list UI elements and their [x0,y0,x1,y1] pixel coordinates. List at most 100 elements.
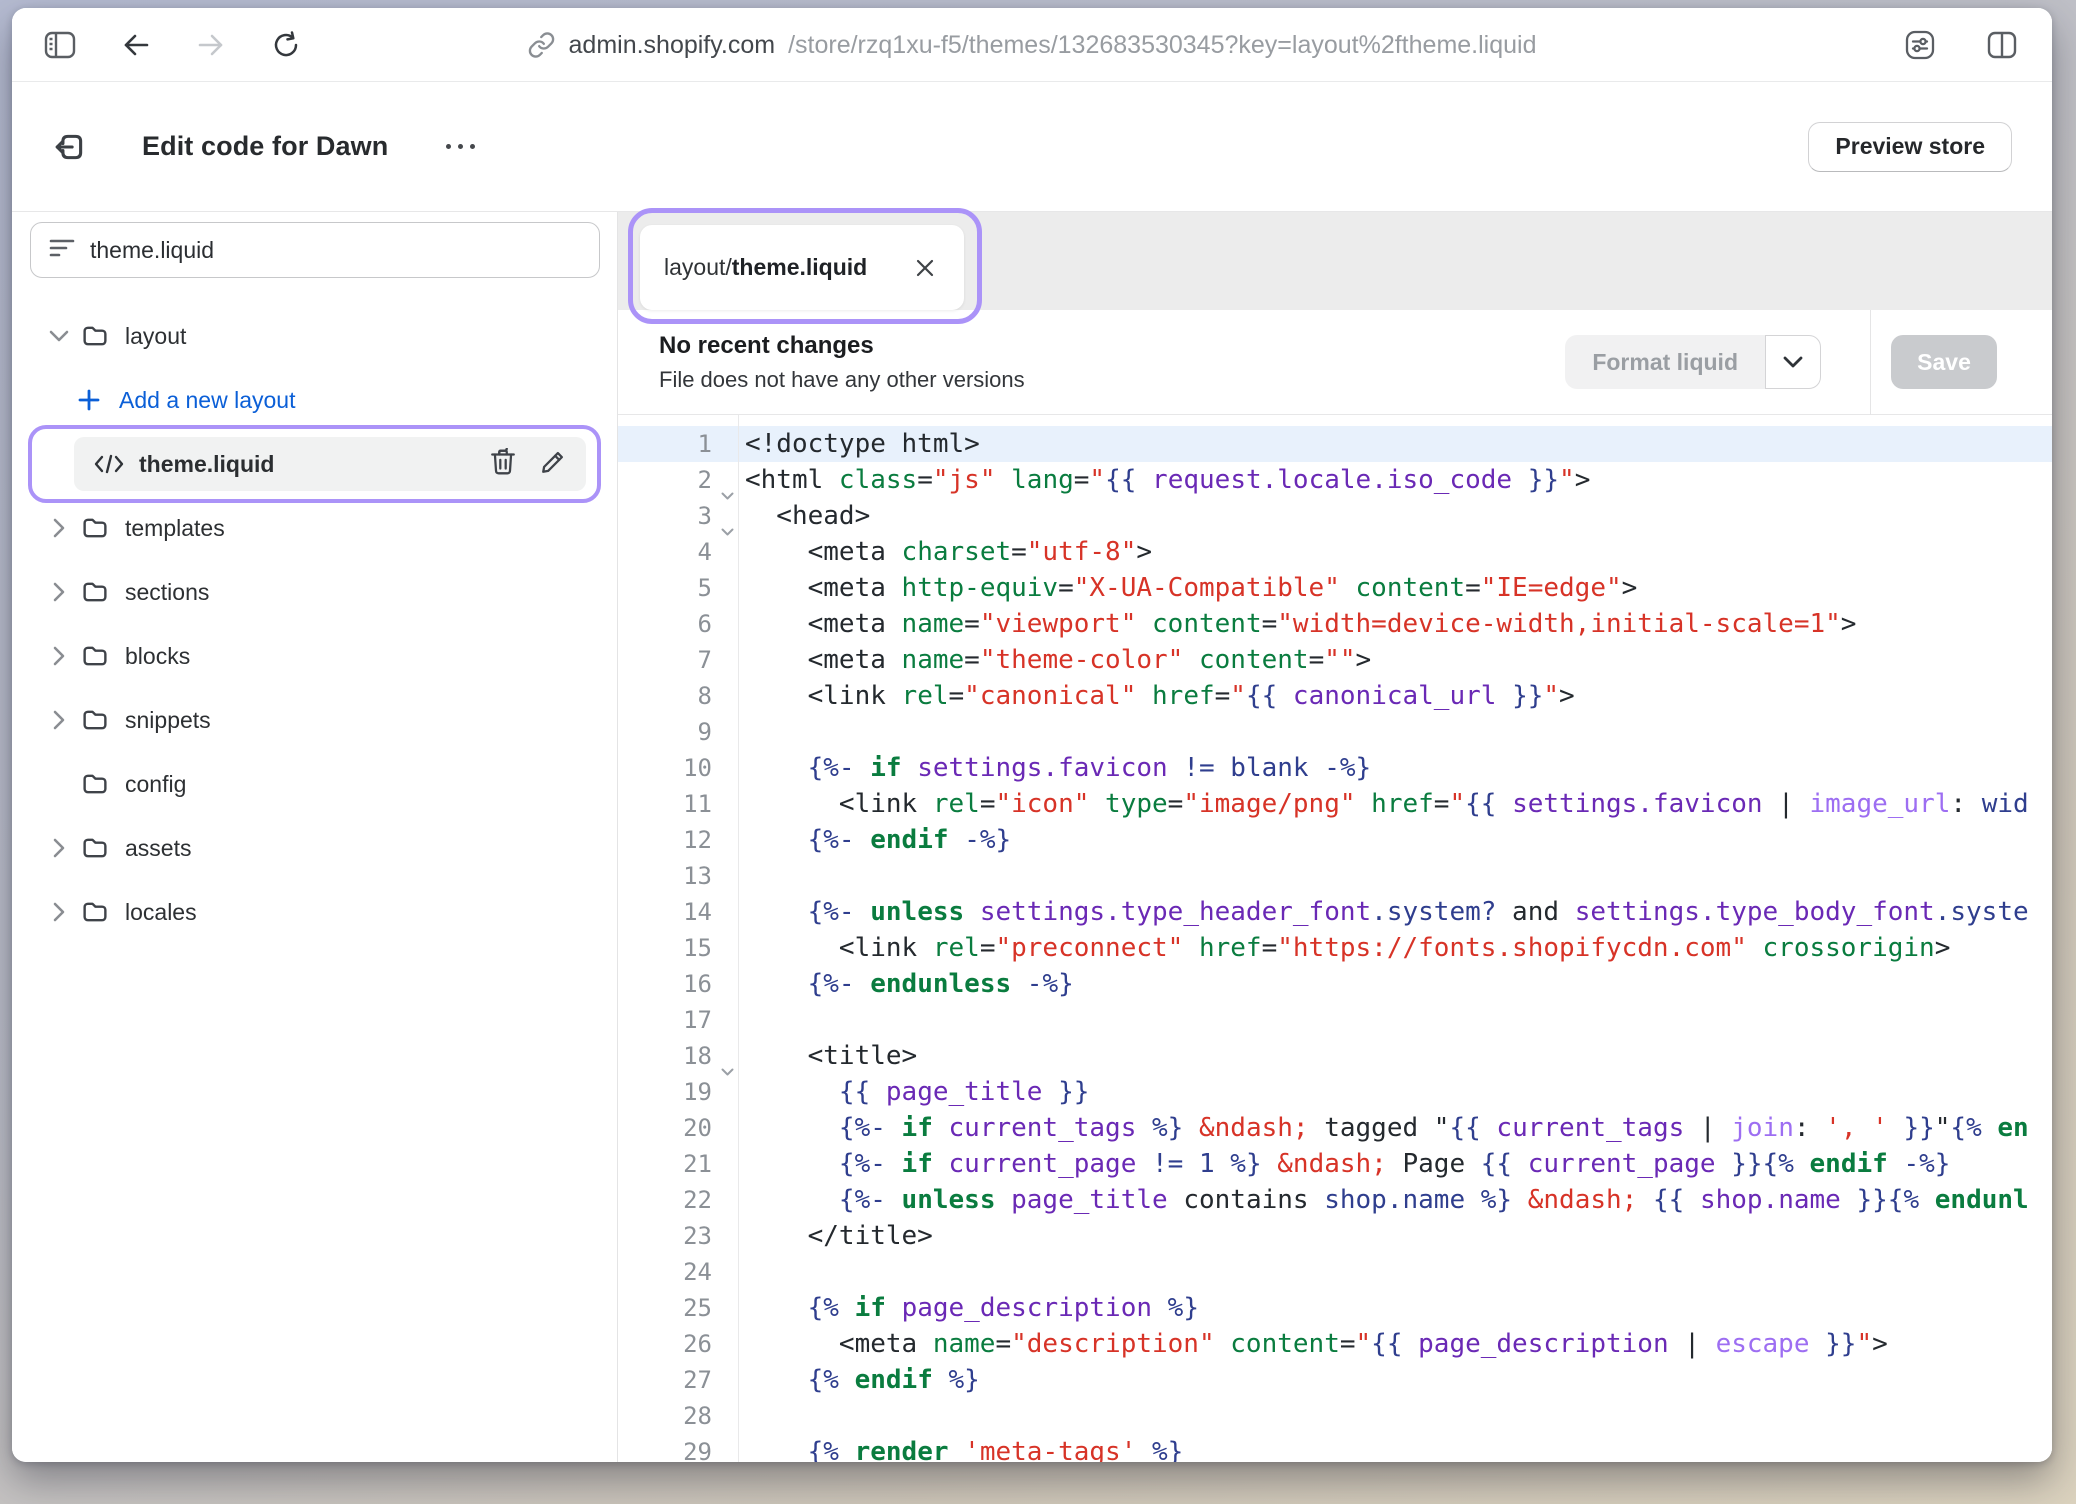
code-line-7[interactable]: 7 <meta name="theme-color" content=""> [618,642,2052,678]
chevron-down-icon[interactable] [44,329,74,343]
code-line-content[interactable]: </title> [738,1218,2052,1254]
file-search[interactable] [30,222,600,278]
chevron-right-icon[interactable] [44,837,74,859]
delete-file-icon[interactable] [490,448,516,481]
code-line-10[interactable]: 10 {%- if settings.favicon != blank -%} [618,750,2052,786]
sidebar-item-layout[interactable]: layout [12,304,617,368]
code-line-16[interactable]: 16 {%- endunless -%} [618,966,2052,1002]
code-line-content[interactable]: <!doctype html> [738,426,2052,462]
code-line-content[interactable]: {%- endif -%} [738,822,2052,858]
preview-store-button[interactable]: Preview store [1808,122,2012,172]
code-line-content[interactable]: {%- if current_page != 1 %} &ndash; Page… [738,1146,2052,1182]
code-line-23[interactable]: 23 </title> [618,1218,2052,1254]
code-line-content[interactable] [738,858,2052,894]
code-line-5[interactable]: 5 <meta http-equiv="X-UA-Compatible" con… [618,570,2052,606]
code-line-14[interactable]: 14 {%- unless settings.type_header_font.… [618,894,2052,930]
sidebar-item-assets[interactable]: assets [12,816,617,880]
code-line-20[interactable]: 20 {%- if current_tags %} &ndash; tagged… [618,1110,2052,1146]
code-line-6[interactable]: 6 <meta name="viewport" content="width=d… [618,606,2052,642]
code-area[interactable]: 1<!doctype html>2<html class="js" lang="… [618,415,2052,1462]
code-line-content[interactable]: <html class="js" lang="{{ request.locale… [738,462,2052,498]
address-bar[interactable]: admin.shopify.com/store/rzq1xu-f5/themes… [528,8,1537,82]
sidebar-toggle-icon[interactable] [44,31,76,59]
search-input[interactable] [90,237,581,264]
code-line-content[interactable] [738,1002,2052,1038]
code-line-9[interactable]: 9 [618,714,2052,750]
code-line-13[interactable]: 13 [618,858,2052,894]
exit-icon[interactable] [52,130,88,164]
save-button[interactable]: Save [1891,335,1997,389]
reload-icon[interactable] [271,30,301,60]
line-number: 29 [618,1434,738,1462]
chevron-right-icon[interactable] [44,581,74,603]
code-line-22[interactable]: 22 {%- unless page_title contains shop.n… [618,1182,2052,1218]
code-line-17[interactable]: 17 [618,1002,2052,1038]
code-line-content[interactable]: <meta charset="utf-8"> [738,534,2052,570]
code-line-content[interactable] [738,1254,2052,1290]
code-line-content[interactable]: {%- if settings.favicon != blank -%} [738,750,2052,786]
code-line-3[interactable]: 3 <head> [618,498,2052,534]
sidebar-item-theme-liquid[interactable]: theme.liquid [12,432,617,496]
code-line-content[interactable] [738,714,2052,750]
forward-icon[interactable] [196,31,226,59]
more-actions-icon[interactable] [440,138,481,155]
back-icon[interactable] [121,31,151,59]
page-settings-icon[interactable] [1904,29,1936,61]
code-line-content[interactable]: <meta name="theme-color" content=""> [738,642,2052,678]
code-line-29[interactable]: 29 {% render 'meta-tags' %} [618,1434,2052,1462]
code-line-content[interactable]: {%- unless settings.type_header_font.sys… [738,894,2052,930]
sidebar-item-templates[interactable]: templates [12,496,617,560]
code-line-4[interactable]: 4 <meta charset="utf-8"> [618,534,2052,570]
code-line-28[interactable]: 28 [618,1398,2052,1434]
code-line-content[interactable]: {%- if current_tags %} &ndash; tagged "{… [738,1110,2052,1146]
code-line-11[interactable]: 11 <link rel="icon" type="image/png" hre… [618,786,2052,822]
code-line-content[interactable]: {%- endunless -%} [738,966,2052,1002]
sidebar-item-sections[interactable]: sections [12,560,617,624]
split-view-icon[interactable] [1986,30,2018,60]
code-line-27[interactable]: 27 {% endif %} [618,1362,2052,1398]
sidebar-action-add-layout[interactable]: Add a new layout [12,368,617,432]
sidebar-item-locales[interactable]: locales [12,880,617,944]
code-line-content[interactable]: <meta http-equiv="X-UA-Compatible" conte… [738,570,2052,606]
file-pill[interactable]: theme.liquid [74,437,586,491]
format-dropdown-button[interactable] [1765,335,1821,389]
code-line-content[interactable]: {% endif %} [738,1362,2052,1398]
tab-theme-liquid[interactable]: layout/theme.liquid [640,225,964,310]
code-line-25[interactable]: 25 {% if page_description %} [618,1290,2052,1326]
code-line-content[interactable]: <head> [738,498,2052,534]
code-line-content[interactable]: {% render 'meta-tags' %} [738,1434,2052,1462]
code-line-content[interactable]: <meta name="viewport" content="width=dev… [738,606,2052,642]
sidebar-item-snippets[interactable]: snippets [12,688,617,752]
app-header: Edit code for Dawn Preview store [12,82,2052,212]
code-line-content[interactable]: <link rel="canonical" href="{{ canonical… [738,678,2052,714]
rename-file-icon[interactable] [540,449,566,480]
format-liquid-button[interactable]: Format liquid [1565,335,1765,389]
status-subtitle: File does not have any other versions [659,367,1025,393]
code-line-content[interactable]: {% if page_description %} [738,1290,2052,1326]
code-line-2[interactable]: 2<html class="js" lang="{{ request.local… [618,462,2052,498]
code-line-content[interactable] [738,1398,2052,1434]
code-line-content[interactable]: {%- unless page_title contains shop.name… [738,1182,2052,1218]
chevron-right-icon[interactable] [44,645,74,667]
chevron-right-icon[interactable] [44,517,74,539]
close-tab-icon[interactable] [910,253,940,283]
sidebar-item-blocks[interactable]: blocks [12,624,617,688]
code-line-26[interactable]: 26 <meta name="description" content="{{ … [618,1326,2052,1362]
code-line-content[interactable]: <link rel="preconnect" href="https://fon… [738,930,2052,966]
code-line-content[interactable]: <title> [738,1038,2052,1074]
code-line-12[interactable]: 12 {%- endif -%} [618,822,2052,858]
line-number: 18 [618,1038,738,1074]
chevron-right-icon[interactable] [44,709,74,731]
code-line-18[interactable]: 18 <title> [618,1038,2052,1074]
code-line-24[interactable]: 24 [618,1254,2052,1290]
code-line-1[interactable]: 1<!doctype html> [618,426,2052,462]
code-line-19[interactable]: 19 {{ page_title }} [618,1074,2052,1110]
code-line-21[interactable]: 21 {%- if current_page != 1 %} &ndash; P… [618,1146,2052,1182]
code-line-15[interactable]: 15 <link rel="preconnect" href="https://… [618,930,2052,966]
sidebar-item-config[interactable]: config [12,752,617,816]
code-line-content[interactable]: {{ page_title }} [738,1074,2052,1110]
code-line-content[interactable]: <meta name="description" content="{{ pag… [738,1326,2052,1362]
code-line-content[interactable]: <link rel="icon" type="image/png" href="… [738,786,2052,822]
code-line-8[interactable]: 8 <link rel="canonical" href="{{ canonic… [618,678,2052,714]
chevron-right-icon[interactable] [44,901,74,923]
